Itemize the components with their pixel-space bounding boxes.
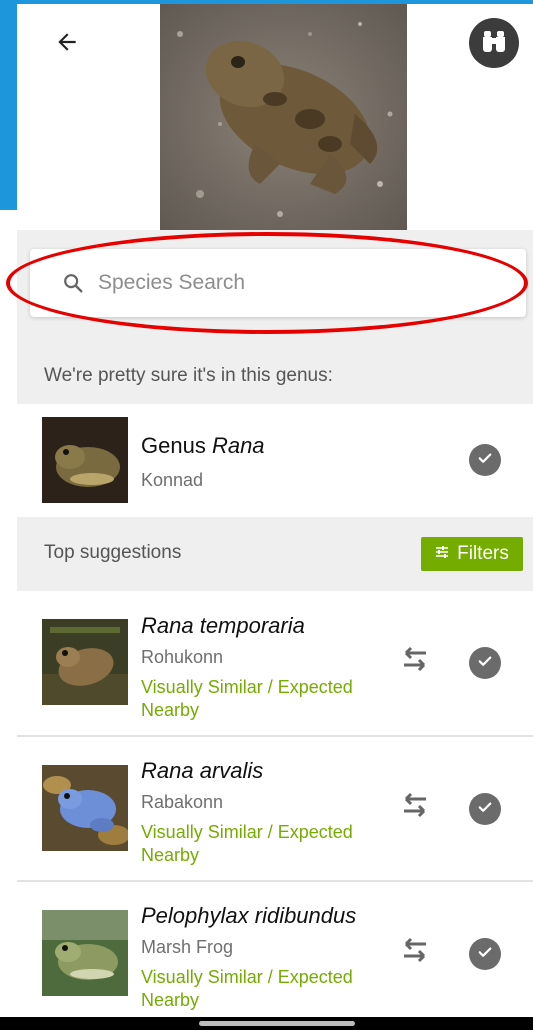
suggestion-row[interactable]: Pelophylax ridibundus Marsh Frog Visuall…: [17, 882, 533, 1017]
genus-thumbnail: [42, 417, 128, 503]
select-species-button[interactable]: [469, 938, 501, 970]
check-circle-icon: [476, 798, 494, 820]
suggestion-reason-tag: Visually Similar / Expected Nearby: [141, 967, 353, 1010]
check-circle-icon: [476, 449, 494, 471]
genus-title: Genus Rana: [141, 433, 265, 458]
sliders-icon: [435, 543, 449, 565]
swap-arrows-icon: [400, 790, 430, 824]
observation-photo: [160, 4, 407, 230]
suggestion-row[interactable]: Rana temporaria Rohukonn Visually Simila…: [17, 591, 533, 735]
genus-suggestion-row[interactable]: Genus Rana Konnad: [17, 404, 533, 517]
swap-arrows-icon: [400, 935, 430, 969]
arrow-left-icon: [54, 29, 80, 59]
back-button[interactable]: [47, 24, 87, 64]
left-accent-strip: [0, 0, 17, 210]
species-name: Rana arvalis: [141, 758, 264, 783]
species-search-input[interactable]: [98, 271, 478, 295]
compare-button[interactable]: [398, 790, 432, 824]
species-common-name: Rabakonn: [141, 792, 224, 812]
species-common-name: Rohukonn: [141, 647, 224, 667]
compare-button[interactable]: [398, 935, 432, 969]
home-gesture-handle[interactable]: [199, 1021, 355, 1026]
species-name: Pelophylax ridibundus: [141, 903, 357, 928]
species-thumbnail: [42, 619, 128, 705]
suggestion-row[interactable]: Rana arvalis Rabakonn Visually Similar /…: [17, 737, 533, 880]
explore-button[interactable]: [469, 18, 519, 68]
suggestion-reason-tag: Visually Similar / Expected Nearby: [141, 822, 353, 865]
check-circle-icon: [476, 943, 494, 965]
compare-button[interactable]: [398, 644, 432, 678]
species-suggestion-screen: We're pretty sure it's in this genus: Ge…: [0, 0, 533, 1030]
suggestion-reason-tag: Visually Similar / Expected Nearby: [141, 677, 353, 720]
magnifier-icon: [62, 272, 84, 294]
species-search-field[interactable]: [30, 249, 526, 317]
check-circle-icon: [476, 652, 494, 674]
species-thumbnail: [42, 765, 128, 851]
binoculars-icon: [481, 29, 507, 57]
select-species-button[interactable]: [469, 793, 501, 825]
top-suggestions-heading: Top suggestions: [44, 542, 182, 563]
species-name: Rana temporaria: [141, 613, 305, 638]
swap-arrows-icon: [400, 644, 430, 678]
select-species-button[interactable]: [469, 647, 501, 679]
species-common-name: Marsh Frog: [141, 937, 234, 957]
genus-common-name: Konnad: [141, 470, 204, 490]
filters-button[interactable]: Filters: [421, 537, 523, 571]
select-genus-button[interactable]: [469, 444, 501, 476]
filters-label: Filters: [457, 543, 509, 564]
species-thumbnail: [42, 910, 128, 996]
genus-section-heading: We're pretty sure it's in this genus:: [44, 365, 333, 386]
